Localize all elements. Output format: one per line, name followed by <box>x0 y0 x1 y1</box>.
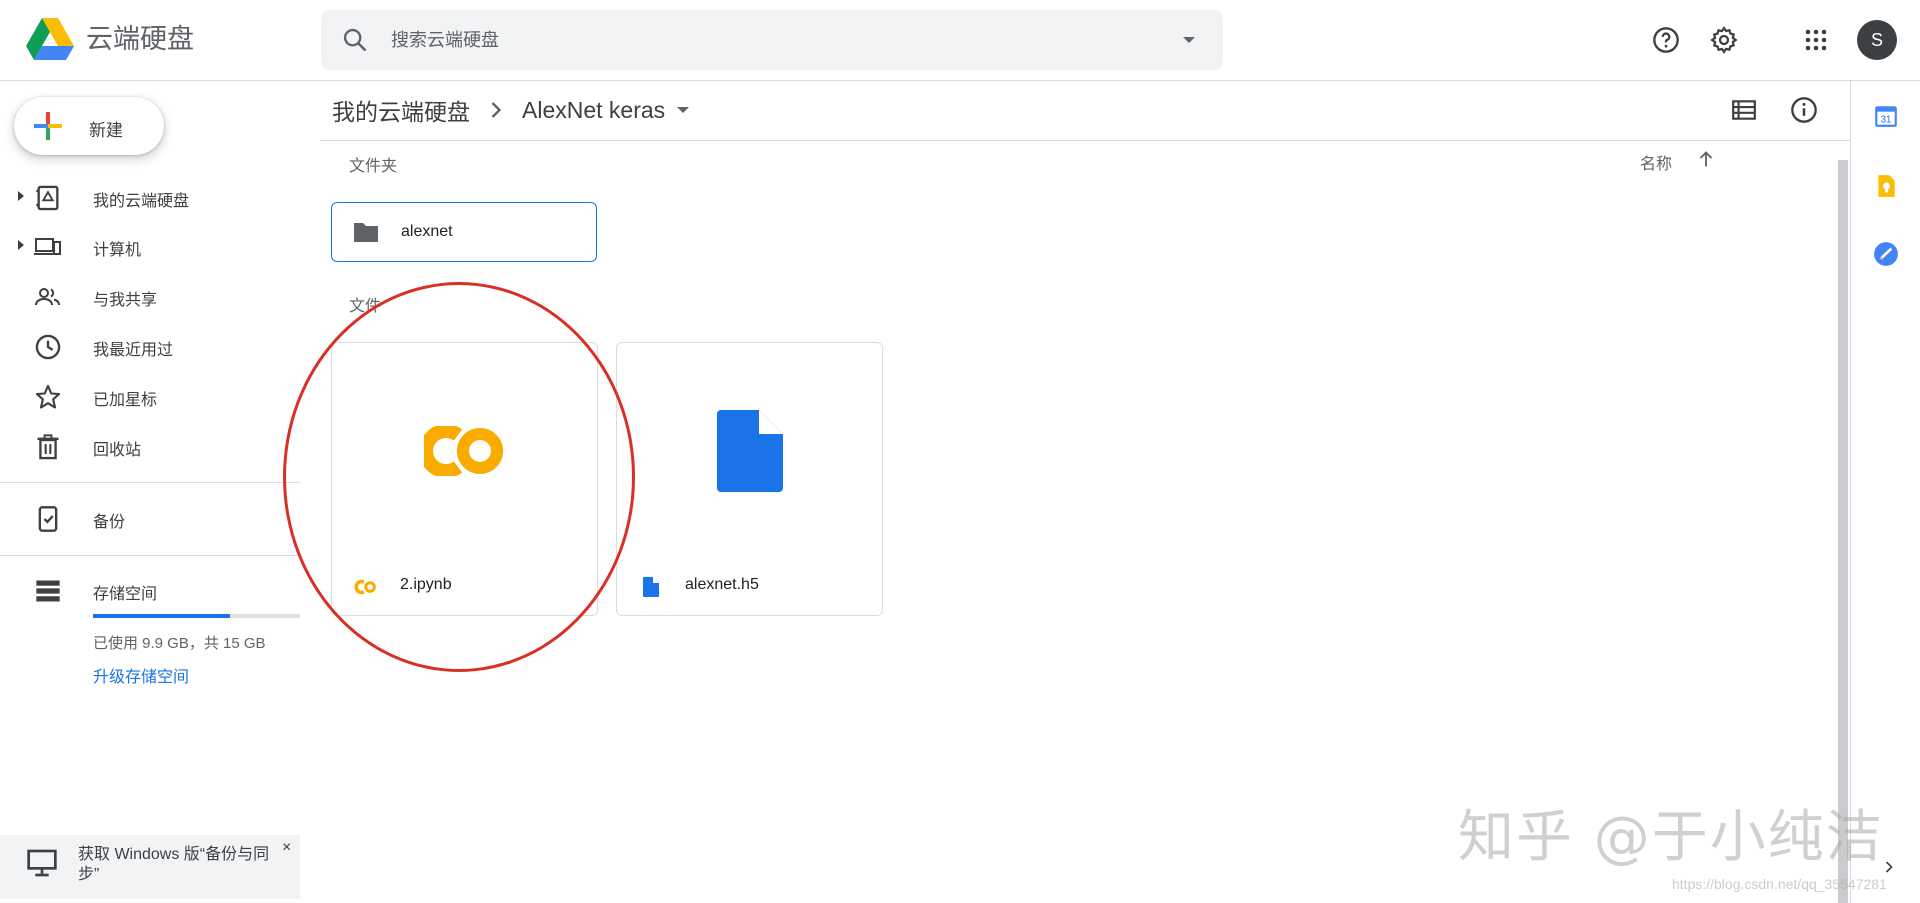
storage-used-text: 已使用 9.9 GB，共 15 GB <box>93 635 266 652</box>
top-bar: 云端硬盘 搜索云端硬盘 S <box>0 0 1920 81</box>
zhihu-watermark: 知乎 @于小纯洁 <box>1458 805 1884 870</box>
calendar-icon[interactable]: 31 <box>1873 103 1899 129</box>
csdn-watermark-url: https://blog.csdn.net/qq_35547281 <box>1672 876 1887 892</box>
sidebar-item-shared-with-me[interactable]: 与我共享 <box>0 273 300 317</box>
search-input[interactable] <box>391 24 1151 56</box>
shared-people-icon <box>35 288 60 306</box>
colab-logo-icon <box>423 425 503 476</box>
generic-file-icon <box>643 577 659 597</box>
chevron-down-icon[interactable] <box>671 98 695 122</box>
avatar[interactable]: S <box>1857 20 1897 60</box>
info-icon <box>1791 97 1817 123</box>
new-button-label: 新建 <box>89 121 123 140</box>
storage-icon <box>36 580 60 602</box>
sidebar-divider <box>0 482 300 483</box>
help-icon <box>1653 27 1679 53</box>
sidebar-item-backups[interactable]: 备份 <box>0 495 300 539</box>
breadcrumb: 我的云端硬盘 AlexNet keras <box>332 93 695 127</box>
folders-heading: 文件夹 <box>349 158 398 175</box>
sidebar-item-label: 我的云端硬盘 <box>93 193 190 210</box>
sidebar-item-my-drive[interactable]: 我的云端硬盘 <box>0 174 300 218</box>
toolbar-divider <box>320 140 1850 141</box>
file-item[interactable]: alexnet.h5 <box>616 342 883 616</box>
sort-by-name[interactable]: 名称 <box>1640 150 1672 174</box>
star-icon <box>35 384 61 409</box>
storage-progress-fill <box>93 614 230 618</box>
trash-icon <box>37 434 59 460</box>
help-button[interactable] <box>1644 18 1688 62</box>
files-heading: 文件 <box>349 298 382 315</box>
storage-progress-bar <box>93 614 300 618</box>
sidebar-item-computers[interactable]: 计算机 <box>0 223 300 267</box>
apps-grid-icon <box>1805 29 1827 51</box>
file-item[interactable]: 2.ipynb <box>331 342 598 616</box>
search-bar[interactable] <box>321 10 1223 70</box>
file-preview <box>617 343 882 558</box>
sidebar-item-label: 与我共享 <box>93 292 158 309</box>
expand-caret-icon[interactable] <box>14 238 28 252</box>
new-button[interactable]: 新建 <box>14 97 164 155</box>
keep-icon[interactable] <box>1873 173 1899 199</box>
sidebar-item-trash[interactable]: 回收站 <box>0 423 300 467</box>
plus-icon <box>34 112 62 140</box>
sidebar-item-label: 计算机 <box>93 242 142 259</box>
search-options-icon[interactable] <box>1177 28 1201 52</box>
sidebar-item-storage[interactable]: 存储空间 <box>0 567 300 611</box>
breadcrumb-item-my-drive[interactable]: 我的云端硬盘 <box>332 93 470 127</box>
folder-item[interactable]: alexnet <box>331 202 597 262</box>
backup-phone-icon <box>38 506 58 532</box>
desktop-monitor-icon <box>27 849 57 877</box>
sidebar-item-label: 回收站 <box>93 442 142 459</box>
my-drive-icon <box>36 185 59 211</box>
settings-button[interactable] <box>1702 18 1746 62</box>
tasks-icon[interactable] <box>1873 241 1899 267</box>
folder-icon <box>354 223 378 242</box>
svg-text:31: 31 <box>1881 115 1892 126</box>
drive-logo-icon[interactable] <box>26 18 74 61</box>
gear-icon <box>1710 26 1738 54</box>
generic-file-icon <box>716 409 783 492</box>
file-name: 2.ipynb <box>400 576 452 593</box>
sidebar-item-label: 我最近用过 <box>93 342 174 359</box>
sidebar-item-label: 已加星标 <box>93 392 158 409</box>
sidebar: 新建 我的云端硬盘 计算机 与我共享 我最近用过 已加星标 回收站 备份 存储空… <box>0 81 300 903</box>
sidebar-item-recent[interactable]: 我最近用过 <box>0 323 300 367</box>
file-name: alexnet.h5 <box>685 576 759 593</box>
expand-caret-icon[interactable] <box>14 189 28 203</box>
computer-icon <box>34 238 61 255</box>
promo-text: 获取 Windows 版“备份与同步” <box>78 846 270 883</box>
sidebar-item-label: 存储空间 <box>93 586 158 603</box>
list-view-button[interactable] <box>1728 94 1760 126</box>
app-title: 云端硬盘 <box>86 24 194 54</box>
side-panel: 31 <box>1850 81 1920 903</box>
backup-sync-promo[interactable]: 获取 Windows 版“备份与同步” × <box>0 835 300 899</box>
drive-app: 云端硬盘 搜索云端硬盘 S 新建 我的云端硬盘 计算机 与我共享 我最近用过 已… <box>0 0 1920 903</box>
details-button[interactable] <box>1788 94 1820 126</box>
list-view-icon <box>1732 100 1756 120</box>
colab-file-icon <box>354 579 376 595</box>
sidebar-item-label: 备份 <box>93 514 126 531</box>
search-icon[interactable] <box>341 26 369 54</box>
close-icon[interactable]: × <box>282 839 291 857</box>
arrow-up-icon[interactable] <box>1695 148 1717 170</box>
upgrade-storage-link[interactable]: 升级存储空间 <box>93 663 189 687</box>
clock-icon <box>35 334 61 360</box>
sidebar-item-starred[interactable]: 已加星标 <box>0 373 300 417</box>
chevron-right-icon <box>491 102 502 118</box>
file-preview <box>332 343 597 558</box>
folder-name: alexnet <box>401 223 453 240</box>
sidebar-divider <box>0 555 300 556</box>
breadcrumb-item-current-folder[interactable]: AlexNet keras <box>522 97 665 124</box>
apps-button[interactable] <box>1794 18 1838 62</box>
